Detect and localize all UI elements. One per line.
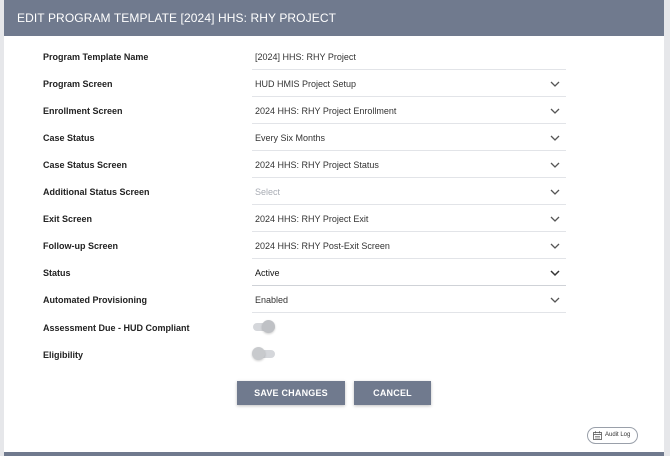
status-value: Active [255,268,280,278]
program-template-name-value: [2024] HHS: RHY Project [255,52,356,62]
row-eligibility: Eligibility [4,341,664,368]
chevron-down-icon [550,243,560,249]
row-follow-up-screen: Follow-up Screen 2024 HHS: RHY Post-Exit… [4,233,664,260]
audit-log-button[interactable]: Audit Log [587,427,638,444]
status-label: Status [43,268,71,278]
program-template-name-label: Program Template Name [43,52,149,62]
exit-screen-select[interactable]: 2024 HHS: RHY Project Exit [252,206,566,232]
status-select[interactable]: Active [252,260,566,286]
automated-provisioning-select[interactable]: Enabled [252,287,566,313]
chevron-down-icon [550,162,560,168]
assessment-due-toggle[interactable] [252,320,276,334]
follow-up-screen-select[interactable]: 2024 HHS: RHY Post-Exit Screen [252,233,566,259]
cancel-button[interactable]: CANCEL [354,381,431,405]
save-changes-button[interactable]: SAVE CHANGES [237,381,345,405]
automated-provisioning-value: Enabled [255,295,289,305]
row-program-screen: Program Screen HUD HMIS Project Setup [4,71,664,98]
row-program-template-name: Program Template Name [2024] HHS: RHY Pr… [4,44,664,71]
row-exit-screen: Exit Screen 2024 HHS: RHY Project Exit [4,206,664,233]
follow-up-screen-label: Follow-up Screen [43,241,119,251]
chevron-down-icon [550,189,560,195]
chevron-down-icon [550,81,560,87]
case-status-value: Every Six Months [255,133,326,143]
exit-screen-label: Exit Screen [43,214,93,224]
row-case-status-screen: Case Status Screen 2024 HHS: RHY Project… [4,152,664,179]
additional-status-screen-placeholder: Select [255,187,281,197]
chevron-down-icon [550,135,560,141]
follow-up-screen-value: 2024 HHS: RHY Post-Exit Screen [255,241,390,251]
footer-bar [4,452,664,456]
enrollment-screen-select[interactable]: 2024 HHS: RHY Project Enrollment [252,98,566,124]
row-case-status: Case Status Every Six Months [4,125,664,152]
assessment-due-label: Assessment Due - HUD Compliant [43,323,190,333]
program-template-name-input[interactable]: [2024] HHS: RHY Project [252,44,566,70]
additional-status-screen-select[interactable]: Select [252,179,566,205]
automated-provisioning-label: Automated Provisioning [43,295,148,305]
edit-template-panel: EDIT PROGRAM TEMPLATE [2024] HHS: RHY PR… [4,0,664,456]
additional-status-screen-label: Additional Status Screen [43,187,150,197]
program-screen-select[interactable]: HUD HMIS Project Setup [252,71,566,97]
program-screen-value: HUD HMIS Project Setup [255,79,357,89]
chevron-down-icon [550,297,560,303]
toggle-knob [252,347,265,360]
row-additional-status-screen: Additional Status Screen Select [4,179,664,206]
chevron-down-icon [550,216,560,222]
row-assessment-due: Assessment Due - HUD Compliant [4,314,664,341]
eligibility-label: Eligibility [43,350,84,360]
exit-screen-value: 2024 HHS: RHY Project Exit [255,214,369,224]
page-title: EDIT PROGRAM TEMPLATE [2024] HHS: RHY PR… [4,0,664,36]
eligibility-toggle[interactable] [252,347,276,361]
audit-log-label: Audit Log [605,432,631,438]
chevron-down-icon [550,108,560,114]
chevron-down-icon [550,270,560,277]
case-status-screen-value: 2024 HHS: RHY Project Status [255,160,379,170]
row-status: Status Active [4,260,664,287]
enrollment-screen-value: 2024 HHS: RHY Project Enrollment [255,106,397,116]
row-enrollment-screen: Enrollment Screen 2024 HHS: RHY Project … [4,98,664,125]
case-status-screen-select[interactable]: 2024 HHS: RHY Project Status [252,152,566,178]
case-status-screen-label: Case Status Screen [43,160,128,170]
toggle-knob [262,320,275,333]
enrollment-screen-label: Enrollment Screen [43,106,123,116]
case-status-select[interactable]: Every Six Months [252,125,566,151]
case-status-label: Case Status [43,133,95,143]
program-screen-label: Program Screen [43,79,113,89]
row-automated-provisioning: Automated Provisioning Enabled [4,287,664,314]
calendar-icon [593,431,602,440]
